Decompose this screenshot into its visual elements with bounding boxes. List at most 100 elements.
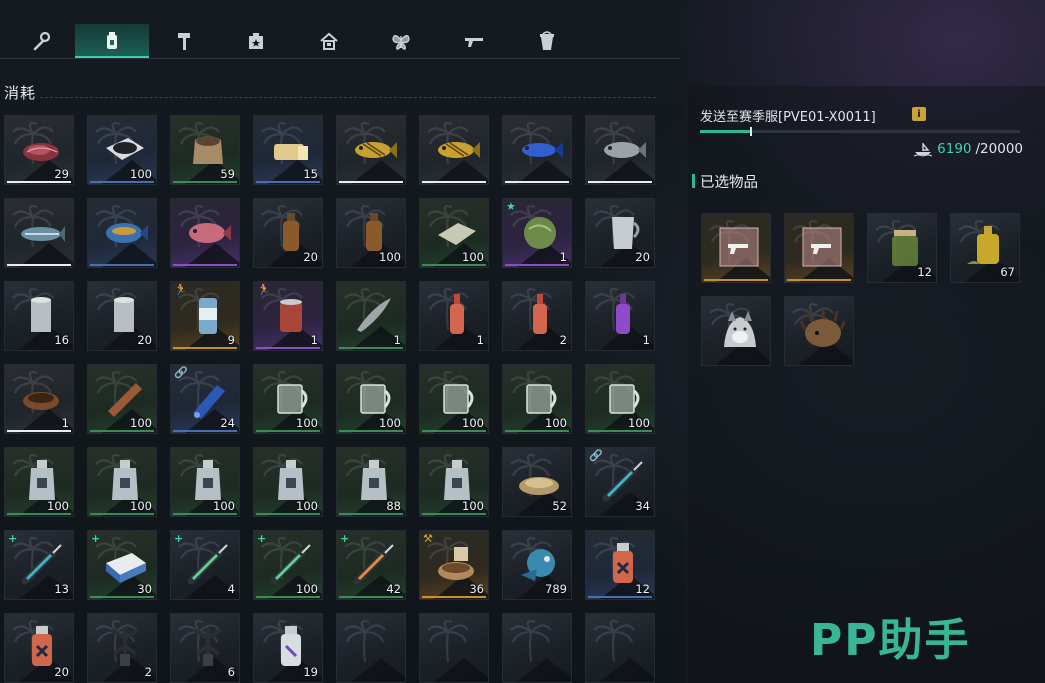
item-slot[interactable] [336, 115, 406, 185]
tab-hammer[interactable] [147, 24, 221, 58]
item-slot[interactable]: 16 [4, 281, 74, 351]
item-slot[interactable]: 100 [87, 115, 157, 185]
item-slot[interactable]: 59 [170, 115, 240, 185]
item-slot[interactable]: 🏃 9 [170, 281, 240, 351]
item-slot[interactable]: 67 [950, 213, 1020, 283]
selected-items-title: 已选物品 [700, 175, 758, 191]
item-slot[interactable]: 1 [585, 281, 655, 351]
item-slot[interactable]: +42 [336, 530, 406, 600]
item-slot[interactable] [701, 296, 771, 366]
item-slot[interactable]: 29 [4, 115, 74, 185]
item-count: 100 [213, 499, 235, 513]
item-slot[interactable]: 1 [336, 281, 406, 351]
item-slot[interactable]: 100 [253, 447, 323, 517]
tab-pistol[interactable] [437, 24, 511, 58]
item-slot[interactable]: 20 [87, 281, 157, 351]
item-slot[interactable] [87, 198, 157, 268]
item-slot[interactable]: 6 [170, 613, 240, 683]
item-count: 1 [476, 333, 484, 347]
item-slot[interactable]: +4 [170, 530, 240, 600]
item-slot[interactable] [585, 115, 655, 185]
item-slot[interactable]: 100 [502, 364, 572, 434]
item-slot[interactable]: 2 [87, 613, 157, 683]
brown-bottle-icon [366, 213, 382, 251]
item-count: 42 [386, 582, 401, 596]
item-slot[interactable]: 🏃 1 [253, 281, 323, 351]
selected-title-marker [692, 174, 695, 188]
tab-house[interactable] [292, 24, 366, 58]
item-slot[interactable]: 100 [87, 364, 157, 434]
item-tag: 🏃 [174, 283, 188, 296]
item-tag: + [340, 532, 350, 545]
item-slot[interactable]: +100 [253, 530, 323, 600]
rarity-bar [173, 181, 237, 183]
item-slot[interactable] [4, 198, 74, 268]
item-slot[interactable]: 15 [253, 115, 323, 185]
tab-bucket[interactable] [510, 24, 584, 58]
item-slot[interactable]: +30 [87, 530, 157, 600]
caviar-icon [106, 138, 144, 160]
pickle-jar-icon [892, 230, 918, 266]
info-icon[interactable]: i [912, 107, 926, 121]
item-slot[interactable]: 1 [419, 281, 489, 351]
slot-mountain-decor [351, 658, 405, 682]
rarity-bar [90, 264, 154, 266]
rarity-bar [505, 430, 569, 432]
water-pouch-icon [195, 460, 221, 500]
item-slot[interactable]: 789 [502, 530, 572, 600]
item-slot[interactable] [784, 296, 854, 366]
item-slot[interactable]: 20 [585, 198, 655, 268]
tab-first-aid[interactable] [219, 24, 293, 58]
item-slot[interactable]: 12 [867, 213, 937, 283]
rarity-bar [339, 430, 403, 432]
item-slot[interactable]: 100 [336, 198, 406, 268]
item-slot[interactable]: 🔗 24 [170, 364, 240, 434]
item-slot[interactable]: 100 [585, 364, 655, 434]
item-slot[interactable]: 12 [585, 530, 655, 600]
item-count: 100 [379, 416, 401, 430]
jerky-icon [108, 383, 142, 417]
item-slot[interactable]: 100 [87, 447, 157, 517]
item-slot[interactable]: 100 [170, 447, 240, 517]
item-slot[interactable]: 1 [4, 364, 74, 434]
item-count: 30 [137, 582, 152, 596]
capacity-readout: 6190/20000 [913, 141, 1023, 157]
item-slot[interactable]: 100 [419, 198, 489, 268]
item-slot[interactable]: 20 [253, 198, 323, 268]
item-slot[interactable]: ⚒ 36 [419, 530, 489, 600]
energy-drink-icon [199, 298, 217, 334]
rarity-bar [256, 181, 320, 183]
item-count: 88 [386, 499, 401, 513]
item-slot[interactable]: 100 [336, 364, 406, 434]
item-slot[interactable]: 19 [253, 613, 323, 683]
item-slot[interactable]: 100 [253, 364, 323, 434]
item-slot[interactable] [170, 198, 240, 268]
item-count: 12 [635, 582, 650, 596]
item-slot[interactable]: 2 [502, 281, 572, 351]
item-slot[interactable]: 🔗 34 [585, 447, 655, 517]
rarity-bar [505, 264, 569, 266]
item-slot[interactable]: 52 [502, 447, 572, 517]
item-slot[interactable]: 100 [419, 364, 489, 434]
water-pouch-icon [112, 460, 138, 500]
item-slot[interactable] [784, 213, 854, 283]
item-slot[interactable] [502, 115, 572, 185]
item-count: 20 [54, 665, 69, 679]
item-slot[interactable]: 20 [4, 613, 74, 683]
item-slot[interactable]: 88 [336, 447, 406, 517]
item-slot[interactable]: +13 [4, 530, 74, 600]
item-slot[interactable]: 100 [419, 447, 489, 517]
item-slot[interactable] [701, 213, 771, 283]
item-slot[interactable] [419, 115, 489, 185]
category-tab-bar [0, 16, 680, 60]
tab-wrench[interactable] [3, 24, 77, 58]
rarity-bar [173, 264, 237, 266]
tab-bottle[interactable] [75, 24, 149, 58]
rarity-bar [7, 513, 71, 515]
item-slot[interactable]: 100 [4, 447, 74, 517]
item-tag: ★ [506, 200, 516, 213]
item-slot[interactable]: ★ 1 [502, 198, 572, 268]
syringe-icon [602, 461, 643, 502]
tab-butterfly[interactable] [364, 24, 438, 58]
rarity-bar [339, 513, 403, 515]
